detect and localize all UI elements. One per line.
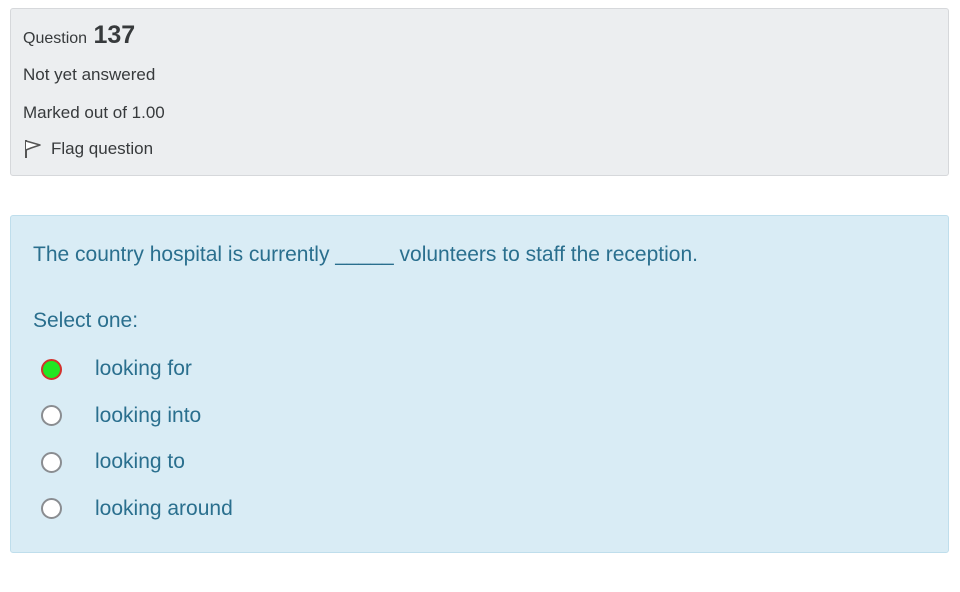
question-grade: Marked out of 1.00	[23, 103, 165, 122]
answer-option-looking-into[interactable]: looking into	[41, 393, 233, 440]
question-number: 137	[93, 21, 136, 49]
answer-option-looking-for[interactable]: looking for	[41, 346, 233, 393]
question-number-heading: Question 137	[23, 21, 135, 50]
flag-question-label: Flag question	[51, 139, 154, 158]
select-one-prompt: Select one:	[33, 309, 139, 332]
flag-icon	[23, 139, 43, 159]
radio-button-selected[interactable]	[41, 358, 62, 380]
question-formulation: The country hospital is currently _____ …	[10, 215, 949, 553]
answer-label[interactable]: looking around	[95, 497, 233, 521]
question-state: Not yet answered	[23, 65, 156, 84]
radio-button[interactable]	[41, 405, 62, 427]
answer-options: looking for looking into looking to look…	[41, 346, 233, 532]
radio-button[interactable]	[41, 498, 62, 520]
question-prefix: Question	[23, 30, 88, 47]
question-text: The country hospital is currently _____ …	[33, 243, 698, 266]
answer-option-looking-to[interactable]: looking to	[41, 439, 233, 486]
answer-label[interactable]: looking for	[95, 357, 192, 381]
question-info-panel: Question 137 Not yet answered Marked out…	[10, 8, 949, 176]
flag-question-link[interactable]: Flag question	[23, 139, 153, 159]
answer-option-looking-around[interactable]: looking around	[41, 486, 233, 533]
answer-label[interactable]: looking into	[95, 404, 201, 428]
answer-label[interactable]: looking to	[95, 450, 185, 474]
radio-button[interactable]	[41, 451, 62, 473]
